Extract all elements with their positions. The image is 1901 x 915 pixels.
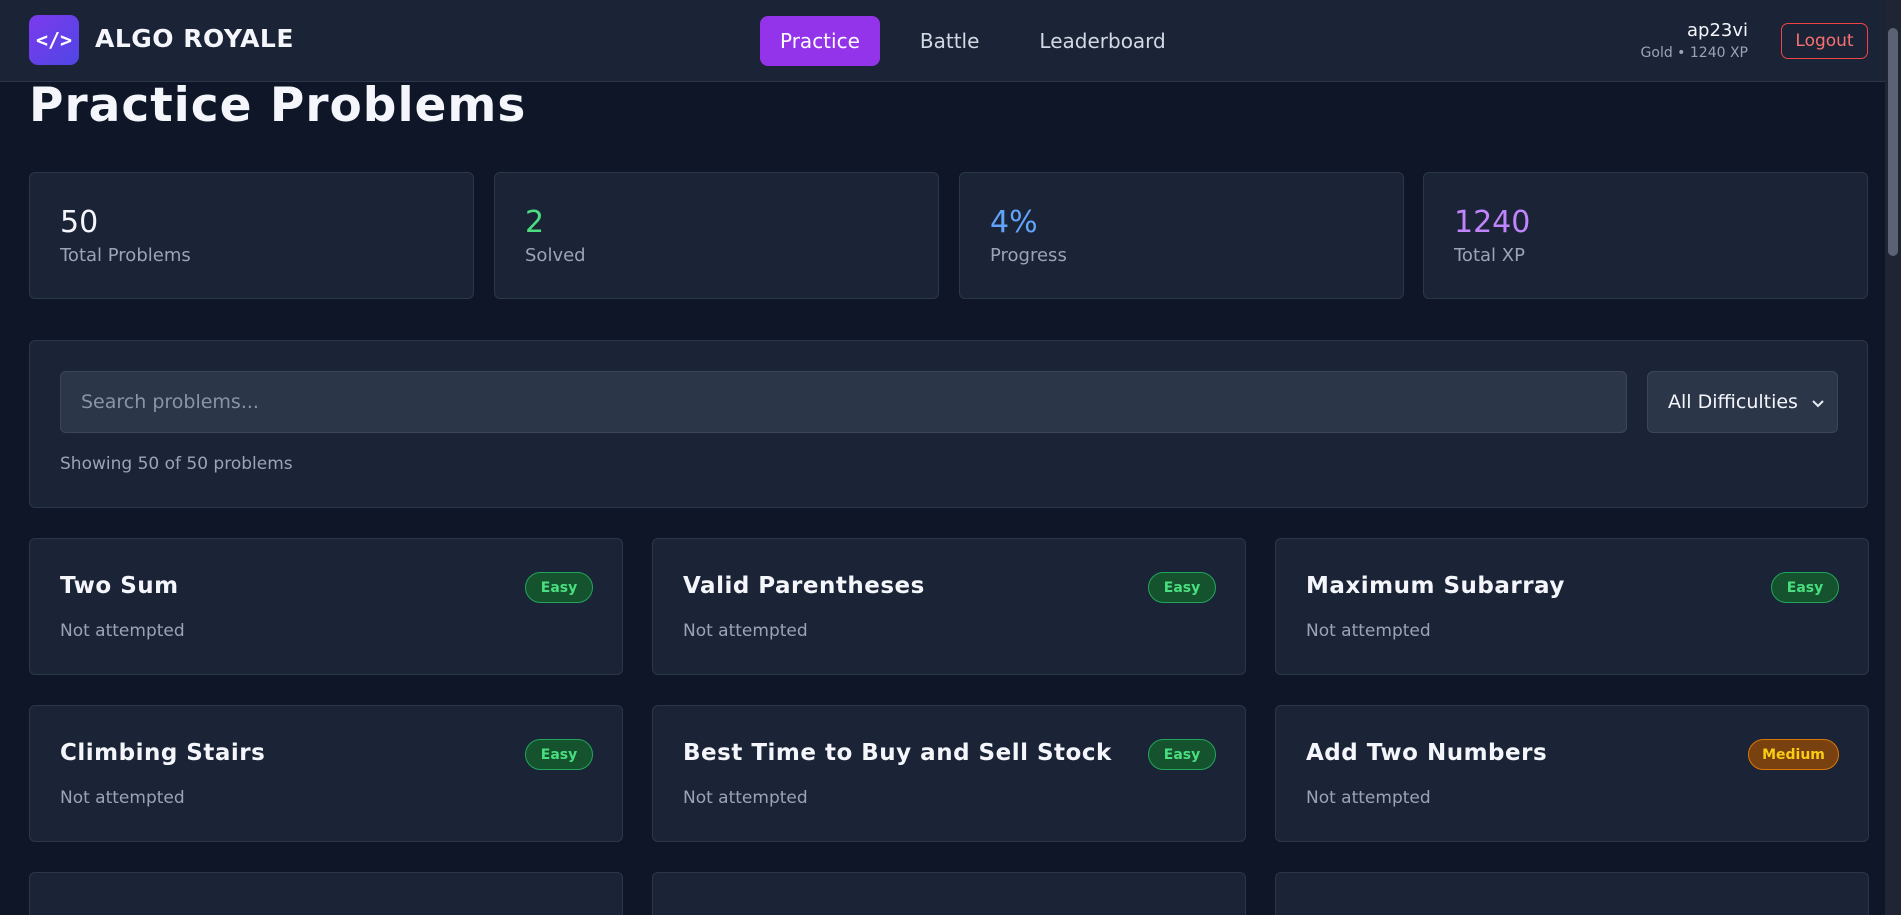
problem-card-partial[interactable] bbox=[1275, 872, 1869, 915]
nav-battle[interactable]: Battle bbox=[900, 16, 1000, 66]
problem-status: Not attempted bbox=[60, 788, 185, 808]
stat-value: 50 bbox=[60, 205, 99, 240]
problem-status: Not attempted bbox=[1306, 621, 1431, 641]
difficulty-badge: Easy bbox=[1771, 572, 1839, 603]
stat-label: Total XP bbox=[1454, 245, 1525, 266]
stat-value: 2 bbox=[525, 205, 545, 240]
stat-card-total-xp: 1240 Total XP bbox=[1423, 172, 1868, 299]
problem-status: Not attempted bbox=[683, 621, 808, 641]
nav-practice[interactable]: Practice bbox=[760, 16, 880, 66]
main-nav: Practice Battle Leaderboard bbox=[760, 16, 1206, 66]
problem-card[interactable]: Valid Parentheses Easy Not attempted bbox=[652, 538, 1246, 675]
app-logo-text[interactable]: ALGO ROYALE bbox=[95, 24, 294, 53]
problem-title[interactable]: Add Two Numbers bbox=[1306, 740, 1547, 766]
scrollbar[interactable] bbox=[1885, 0, 1901, 915]
user-info: ap23vi Gold • 1240 XP bbox=[1641, 20, 1748, 61]
logout-button[interactable]: Logout bbox=[1781, 23, 1868, 59]
user-rank-xp: Gold • 1240 XP bbox=[1640, 45, 1748, 61]
problem-title[interactable]: Maximum Subarray bbox=[1306, 573, 1565, 599]
search-input[interactable] bbox=[60, 371, 1627, 433]
difficulty-badge: Easy bbox=[1148, 572, 1216, 603]
filter-panel: All Difficulties Showing 50 of 50 proble… bbox=[29, 340, 1868, 508]
difficulty-badge: Easy bbox=[1148, 739, 1216, 770]
code-icon[interactable]: </> bbox=[29, 15, 79, 65]
problem-status: Not attempted bbox=[60, 621, 185, 641]
difficulty-badge: Medium bbox=[1748, 739, 1839, 770]
difficulty-badge: Easy bbox=[525, 572, 593, 603]
stat-label: Progress bbox=[990, 245, 1067, 266]
difficulty-select[interactable]: All Difficulties bbox=[1647, 371, 1838, 433]
problem-card[interactable]: Best Time to Buy and Sell Stock Easy Not… bbox=[652, 705, 1246, 842]
username: ap23vi bbox=[1686, 20, 1748, 41]
problem-title[interactable]: Best Time to Buy and Sell Stock bbox=[683, 740, 1112, 766]
page-title: Practice Problems bbox=[29, 78, 527, 133]
problem-card-partial[interactable] bbox=[652, 872, 1246, 915]
stat-value: 4% bbox=[990, 205, 1038, 240]
problem-card-partial[interactable] bbox=[29, 872, 623, 915]
problem-card[interactable]: Two Sum Easy Not attempted bbox=[29, 538, 623, 675]
stat-value: 1240 bbox=[1454, 205, 1531, 240]
difficulty-badge: Easy bbox=[525, 739, 593, 770]
problem-card[interactable]: Add Two Numbers Medium Not attempted bbox=[1275, 705, 1869, 842]
nav-leaderboard[interactable]: Leaderboard bbox=[1019, 16, 1185, 66]
stat-card-total-problems: 50 Total Problems bbox=[29, 172, 474, 299]
problem-title[interactable]: Two Sum bbox=[60, 573, 179, 599]
stat-card-progress: 4% Progress bbox=[959, 172, 1404, 299]
stat-card-solved: 2 Solved bbox=[494, 172, 939, 299]
top-navigation-bar: </> ALGO ROYALE Practice Battle Leaderbo… bbox=[0, 0, 1885, 82]
problem-title[interactable]: Climbing Stairs bbox=[60, 740, 265, 766]
problem-title[interactable]: Valid Parentheses bbox=[683, 573, 925, 599]
difficulty-select-value: All Difficulties bbox=[1668, 391, 1798, 413]
problem-status: Not attempted bbox=[683, 788, 808, 808]
results-count: Showing 50 of 50 problems bbox=[60, 454, 293, 474]
problem-card[interactable]: Maximum Subarray Easy Not attempted bbox=[1275, 538, 1869, 675]
problem-card[interactable]: Climbing Stairs Easy Not attempted bbox=[29, 705, 623, 842]
scrollbar-thumb[interactable] bbox=[1888, 28, 1898, 256]
problem-status: Not attempted bbox=[1306, 788, 1431, 808]
stat-label: Solved bbox=[525, 245, 586, 266]
stat-label: Total Problems bbox=[60, 245, 191, 266]
chevron-down-icon bbox=[1812, 400, 1824, 408]
